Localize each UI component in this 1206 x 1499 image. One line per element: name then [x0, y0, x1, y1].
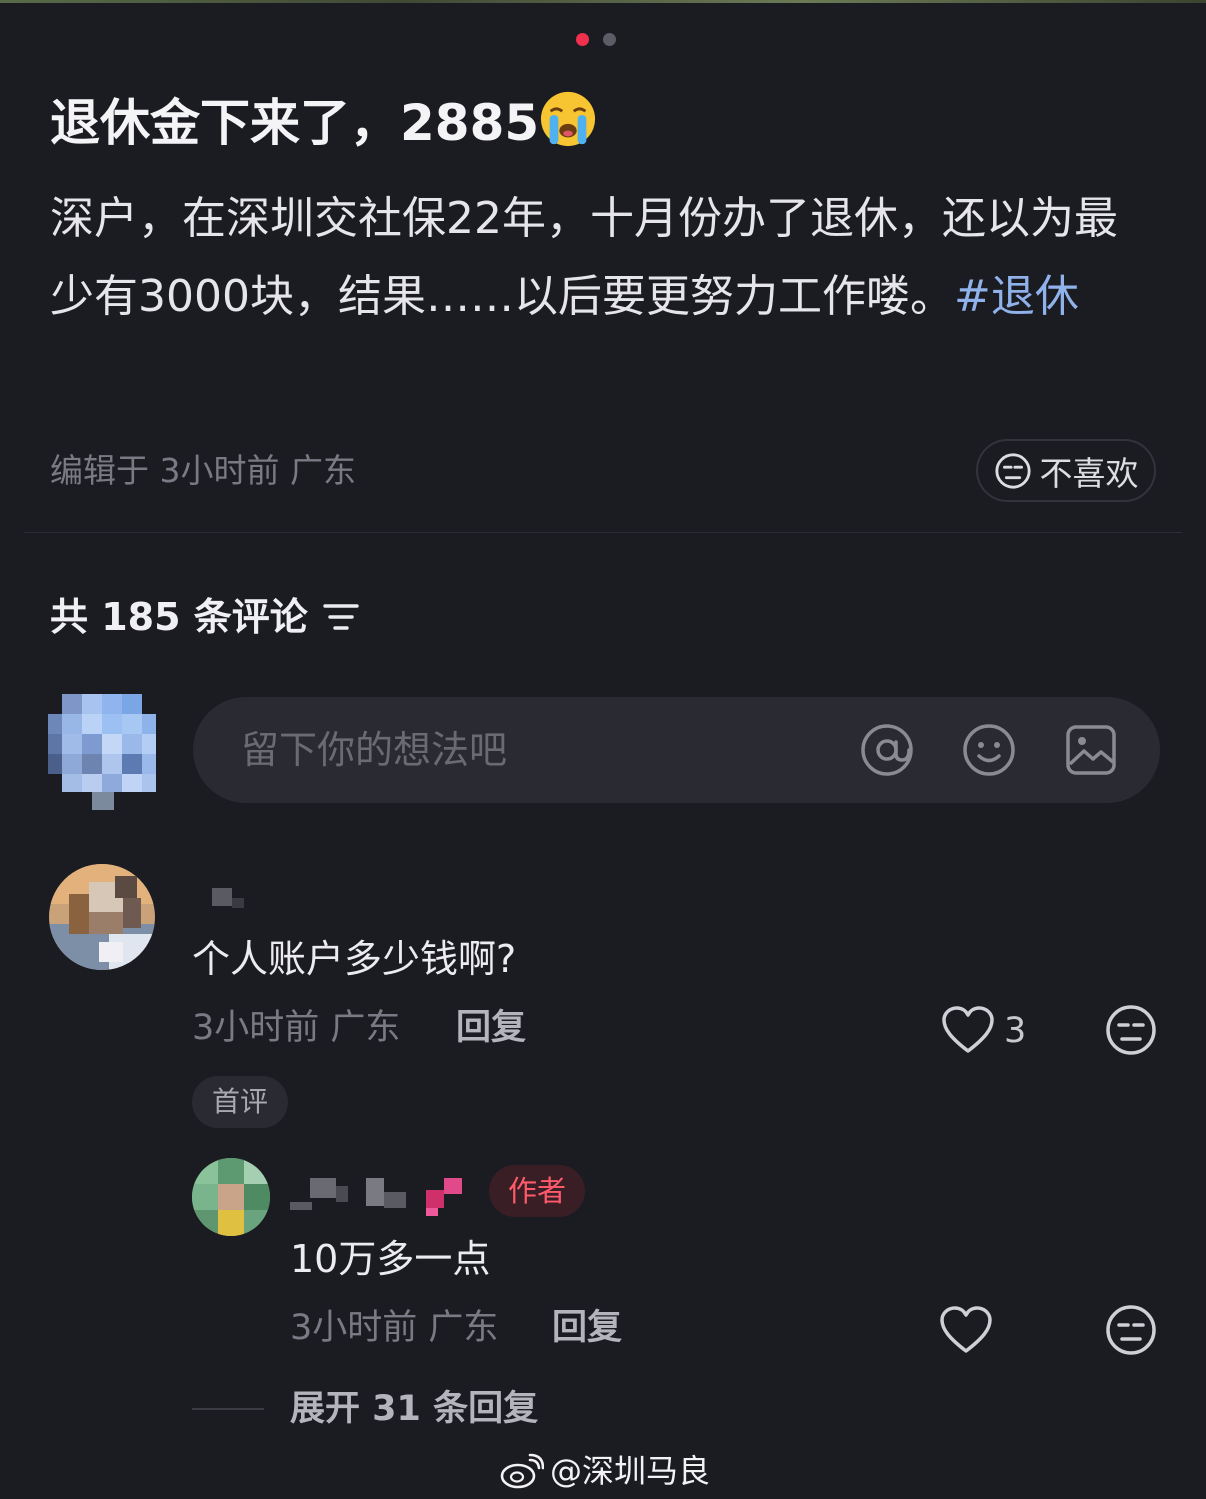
- commenter-avatar[interactable]: [49, 864, 155, 970]
- dislike-button[interactable]: 不喜欢: [976, 439, 1156, 502]
- comment-input-placeholder: 留下你的想法吧: [241, 728, 508, 772]
- comment-text: 个人账户多少钱啊?: [192, 937, 517, 981]
- commenter-avatar-image: [49, 864, 155, 970]
- author-badge: 作者: [489, 1165, 585, 1217]
- heart-icon[interactable]: [941, 1005, 995, 1055]
- heart-icon[interactable]: [939, 1305, 993, 1355]
- section-divider: [24, 532, 1182, 533]
- post-title: 退休金下来了，2885: [50, 88, 597, 158]
- carousel-dot[interactable]: [603, 33, 616, 46]
- meh-face-icon[interactable]: [1104, 1303, 1158, 1357]
- meh-face-icon[interactable]: [1104, 1003, 1158, 1057]
- comment-meta: 3小时前 广东: [192, 1008, 401, 1048]
- post-meta: 编辑于 3小时前 广东: [50, 451, 356, 490]
- my-avatar[interactable]: [48, 694, 156, 810]
- mention-icon[interactable]: [859, 722, 915, 778]
- sort-icon[interactable]: [322, 600, 360, 634]
- first-comment-badge: 首评: [192, 1076, 288, 1128]
- expand-divider: [192, 1408, 264, 1410]
- author-avatar[interactable]: [192, 1158, 270, 1236]
- commenter-name-mosaic: [212, 888, 244, 908]
- meh-face-icon: [994, 452, 1031, 489]
- expand-replies-button[interactable]: 展开 31 条回复: [290, 1384, 538, 1434]
- carousel-indicator: [576, 33, 616, 46]
- weibo-logo-icon: [500, 1453, 544, 1489]
- reply-meta: 3小时前 广东: [290, 1308, 499, 1348]
- image-icon[interactable]: [1063, 722, 1119, 778]
- like-count: 3: [1004, 1011, 1027, 1051]
- post-body: 深户，在深圳交社保22年，十月份办了退休，还以为最少有3000块，结果……以后要…: [50, 180, 1160, 336]
- hashtag-link[interactable]: #退休: [954, 271, 1079, 322]
- watermark: @深圳马良: [500, 1448, 710, 1494]
- emoji-icon[interactable]: [961, 722, 1017, 778]
- top-image-edge: [0, 0, 1206, 3]
- author-name-mosaic: [290, 1178, 462, 1216]
- comment-input[interactable]: 留下你的想法吧: [193, 697, 1160, 803]
- comments-header: 共 185 条评论: [50, 590, 360, 644]
- reply-reply-button[interactable]: 回复: [552, 1303, 622, 1353]
- author-avatar-image: [192, 1158, 270, 1236]
- comment-count-label: 共 185 条评论: [50, 595, 308, 639]
- watermark-text: @深圳马良: [550, 1452, 711, 1490]
- carousel-dot-active[interactable]: [576, 33, 589, 46]
- post-title-text: 退休金下来了，2885: [50, 94, 540, 152]
- reply-text: 10万多一点: [290, 1237, 491, 1281]
- comment-reply-button[interactable]: 回复: [456, 1003, 526, 1053]
- crying-face-icon: [541, 91, 596, 147]
- dislike-label: 不喜欢: [1039, 453, 1139, 493]
